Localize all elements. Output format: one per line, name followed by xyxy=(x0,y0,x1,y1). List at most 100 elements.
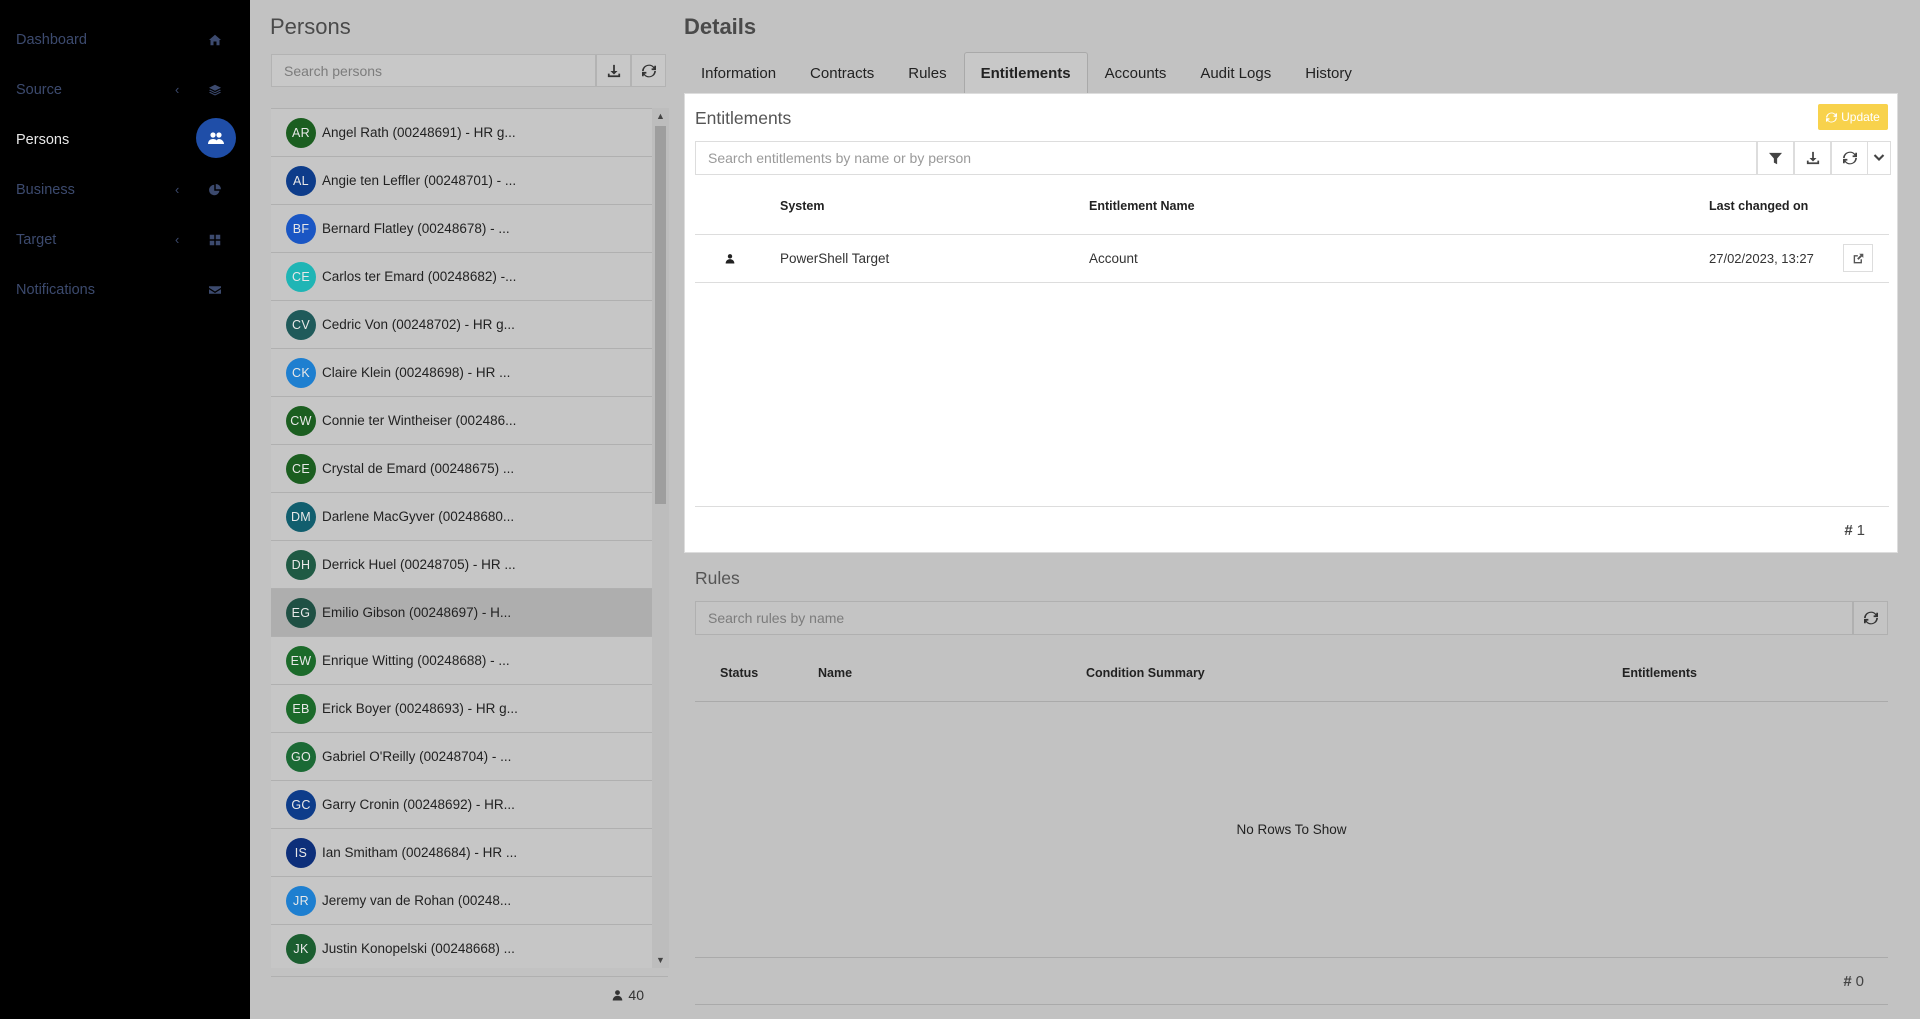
entitlements-count-value: 1 xyxy=(1856,522,1865,539)
sidebar-item-label: Notifications xyxy=(16,282,95,298)
person-name: Enrique Witting (00248688) - ... xyxy=(322,653,510,668)
persons-scrollbar[interactable]: ▲ ▼ xyxy=(652,108,669,968)
rules-refresh-button[interactable] xyxy=(1853,601,1888,635)
avatar: GO xyxy=(286,742,316,772)
refresh-icon xyxy=(1842,151,1857,165)
persons-footer: 40 xyxy=(271,976,668,1012)
avatar: EG xyxy=(286,598,316,628)
hash-icon: # xyxy=(1844,522,1853,539)
person-name: Emilio Gibson (00248697) - H... xyxy=(322,605,512,620)
filter-button[interactable] xyxy=(1757,141,1794,175)
user-icon xyxy=(725,254,735,264)
column-status[interactable]: Status xyxy=(720,645,758,702)
table-row[interactable]: PowerShell Target Account 27/02/2023, 13… xyxy=(695,235,1889,283)
persons-count: 40 xyxy=(612,987,644,1003)
list-item[interactable]: IS Ian Smitham (00248684) - HR ... xyxy=(271,829,652,877)
sidebar-item-business[interactable]: Business ‹ xyxy=(0,165,250,215)
list-item[interactable]: CE Carlos ter Emard (00248682) -... xyxy=(271,253,652,301)
list-item[interactable]: EB Erick Boyer (00248693) - HR g... xyxy=(271,685,652,733)
column-system[interactable]: System xyxy=(780,178,824,235)
person-name: Angie ten Leffler (00248701) - ... xyxy=(322,173,517,188)
scroll-down-icon[interactable]: ▼ xyxy=(656,955,665,965)
person-name: Claire Klein (00248698) - HR ... xyxy=(322,365,511,380)
scroll-up-icon[interactable]: ▲ xyxy=(656,111,665,121)
person-name: Crystal de Emard (00248675) ... xyxy=(322,461,515,476)
person-name: Connie ter Wintheiser (002486... xyxy=(322,413,517,428)
entitlements-panel: Entitlements Update System Entitlement N… xyxy=(684,93,1898,553)
scrollbar-thumb[interactable] xyxy=(655,126,666,504)
list-item[interactable]: JR Jeremy van de Rohan (00248... xyxy=(271,877,652,925)
list-item[interactable]: GO Gabriel O'Reilly (00248704) - ... xyxy=(271,733,652,781)
open-external-button[interactable] xyxy=(1843,244,1873,272)
tab-contracts[interactable]: Contracts xyxy=(793,52,891,93)
avatar: DH xyxy=(286,550,316,580)
more-options-button[interactable] xyxy=(1867,141,1891,175)
list-item[interactable]: CW Connie ter Wintheiser (002486... xyxy=(271,397,652,445)
column-entitlement-name[interactable]: Entitlement Name xyxy=(1089,178,1195,235)
persons-search-input[interactable] xyxy=(271,54,596,87)
person-name: Angel Rath (00248691) - HR g... xyxy=(322,125,516,140)
list-item[interactable]: AL Angie ten Leffler (00248701) - ... xyxy=(271,157,652,205)
list-item[interactable]: GC Garry Cronin (00248692) - HR... xyxy=(271,781,652,829)
refresh-icon xyxy=(1863,611,1878,625)
sidebar-item-label: Persons xyxy=(16,132,70,148)
entitlements-refresh-button[interactable] xyxy=(1831,141,1868,175)
avatar: JK xyxy=(286,934,316,964)
sidebar-item-source[interactable]: Source ‹ xyxy=(0,65,250,115)
column-name[interactable]: Name xyxy=(818,645,852,702)
rules-title: Rules xyxy=(695,568,740,588)
tab-entitlements[interactable]: Entitlements xyxy=(963,52,1088,93)
sidebar-item-label: Business xyxy=(16,182,75,198)
pie-chart-icon xyxy=(205,180,225,200)
list-item[interactable]: CK Claire Klein (00248698) - HR ... xyxy=(271,349,652,397)
chevron-left-icon: ‹ xyxy=(175,82,180,97)
sidebar-item-notifications[interactable]: Notifications xyxy=(0,265,250,315)
avatar: CK xyxy=(286,358,316,388)
list-item[interactable]: DH Derrick Huel (00248705) - HR ... xyxy=(271,541,652,589)
list-item[interactable]: AR Angel Rath (00248691) - HR g... xyxy=(271,109,652,157)
update-button-label: Update xyxy=(1841,110,1880,124)
column-entitlements[interactable]: Entitlements xyxy=(1622,645,1697,702)
avatar: AL xyxy=(286,166,316,196)
column-last-changed[interactable]: Last changed on xyxy=(1709,178,1808,235)
sidebar-item-persons[interactable]: Persons xyxy=(0,115,250,165)
list-item[interactable]: CE Crystal de Emard (00248675) ... xyxy=(271,445,652,493)
list-item[interactable]: EW Enrique Witting (00248688) - ... xyxy=(271,637,652,685)
sidebar-item-dashboard[interactable]: Dashboard xyxy=(0,15,250,65)
tab-accounts[interactable]: Accounts xyxy=(1088,52,1184,93)
list-item[interactable]: JK Justin Konopelski (00248668) ... xyxy=(271,925,652,968)
rules-empty-message: No Rows To Show xyxy=(1236,822,1347,837)
avatar: BF xyxy=(286,214,316,244)
download-icon xyxy=(1806,151,1819,165)
persons-count-value: 40 xyxy=(628,987,644,1003)
list-item[interactable]: BF Bernard Flatley (00248678) - ... xyxy=(271,205,652,253)
chevron-left-icon: ‹ xyxy=(175,232,180,247)
tab-audit-logs[interactable]: Audit Logs xyxy=(1183,52,1288,93)
column-condition-summary[interactable]: Condition Summary xyxy=(1086,645,1205,702)
entitlements-table-header: System Entitlement Name Last changed on xyxy=(695,178,1889,235)
users-icon xyxy=(196,118,236,158)
list-item[interactable]: DM Darlene MacGyver (00248680... xyxy=(271,493,652,541)
layers-icon xyxy=(205,80,225,100)
persons-refresh-button[interactable] xyxy=(631,54,666,87)
rules-table-header: Status Name Condition Summary Entitlemen… xyxy=(695,645,1888,702)
cell-system: PowerShell Target xyxy=(780,251,890,266)
list-item[interactable]: EG Emilio Gibson (00248697) - H... xyxy=(271,589,652,637)
rules-search-input[interactable] xyxy=(695,601,1853,635)
person-name: Bernard Flatley (00248678) - ... xyxy=(322,221,510,236)
tab-rules[interactable]: Rules xyxy=(891,52,963,93)
tab-information[interactable]: Information xyxy=(684,52,793,93)
person-name: Justin Konopelski (00248668) ... xyxy=(322,941,515,956)
tab-history[interactable]: History xyxy=(1288,52,1369,93)
external-link-icon xyxy=(1853,253,1863,263)
entitlements-search-input[interactable] xyxy=(695,141,1757,175)
update-button[interactable]: Update xyxy=(1818,104,1888,130)
home-icon xyxy=(205,30,225,50)
persons-download-button[interactable] xyxy=(596,54,631,87)
person-name: Derrick Huel (00248705) - HR ... xyxy=(322,557,516,572)
entitlements-download-button[interactable] xyxy=(1794,141,1831,175)
list-item[interactable]: CV Cedric Von (00248702) - HR g... xyxy=(271,301,652,349)
cell-entitlement-name: Account xyxy=(1089,251,1138,266)
persons-list: AR Angel Rath (00248691) - HR g... AL Angie… xyxy=(271,108,652,968)
sidebar-item-target[interactable]: Target ‹ xyxy=(0,215,250,265)
